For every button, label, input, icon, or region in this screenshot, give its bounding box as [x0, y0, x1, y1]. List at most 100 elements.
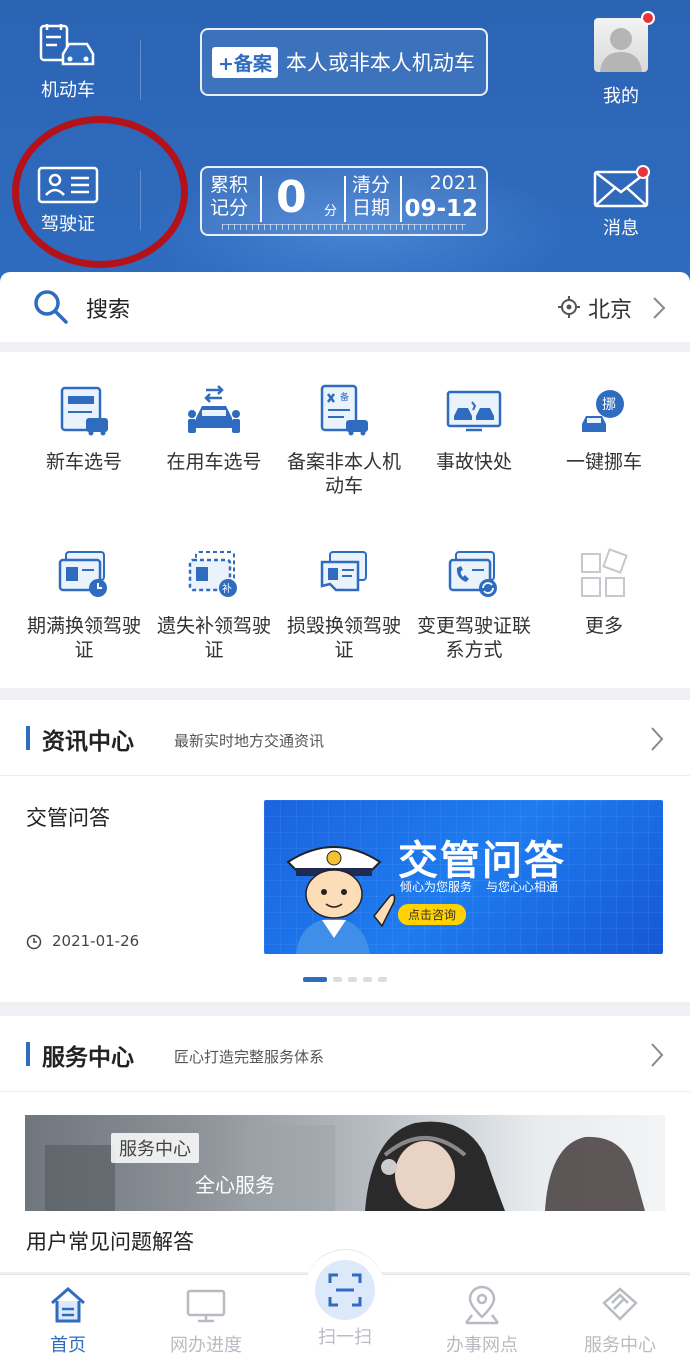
services-grid: 新车选号 在用车选号 备 备案非本人机动车 事故快处 挪 一键挪车 期满换领驾驶…	[0, 352, 690, 688]
more-icon	[581, 548, 628, 597]
chevron-right-icon	[651, 1043, 664, 1067]
vehicle-icon	[39, 24, 95, 66]
carousel-dot[interactable]	[333, 977, 342, 982]
accident-icon	[446, 390, 502, 432]
clear-year: 2021	[429, 172, 478, 194]
message-button[interactable]: 消息	[566, 170, 676, 240]
chevron-right-icon	[653, 297, 666, 319]
location-pin-icon	[465, 1285, 499, 1325]
new-car-plate-icon	[60, 386, 108, 436]
news-section: 资讯中心 最新实时地方交通资讯 交管问答 2021-01-26 交管问答 倾心为…	[0, 700, 690, 1002]
register-tag: +备案	[212, 46, 278, 78]
scan-button-wrap	[305, 1249, 385, 1329]
tab-label: 扫一扫	[318, 1327, 372, 1348]
service-renew-license[interactable]: 期满换领驾驶证	[19, 548, 149, 662]
service-move-car[interactable]: 挪 一键挪车	[539, 384, 669, 474]
svg-text:补: 补	[222, 582, 232, 595]
search-icon	[34, 290, 68, 324]
carousel-dots	[303, 977, 387, 982]
news-banner[interactable]: 交管问答 倾心为您服务 与您心心相通 点击咨询	[264, 800, 663, 954]
service-center-section: 服务中心 匠心打造完整服务体系 服务中心 全心服务 用户常见问题解答	[0, 1016, 690, 1272]
search-label: 搜索	[86, 298, 131, 323]
move-car-icon: 挪	[582, 390, 624, 432]
divider	[400, 176, 402, 222]
service-center-title: 服务中心	[42, 1045, 134, 1071]
service-center-header[interactable]: 服务中心 匠心打造完整服务体系	[0, 1016, 690, 1092]
faq-link[interactable]: 用户常见问题解答	[26, 1226, 194, 1256]
monitor-icon	[186, 1289, 226, 1323]
service-label: 更多	[584, 615, 623, 637]
section-accent-bar	[26, 1042, 30, 1066]
bottom-tab-bar: 首页 网办进度 扫一扫 办事网点 服务中心	[0, 1249, 690, 1368]
handshake-icon	[602, 1287, 638, 1321]
scan-icon	[328, 1273, 362, 1307]
avatar[interactable]	[594, 18, 648, 72]
register-plate-banner[interactable]: +备案 本人或非本人机动车	[200, 28, 488, 96]
photo-tag: 服务中心	[111, 1133, 199, 1163]
city-selector[interactable]: 北京	[588, 292, 632, 324]
service-label: 备案非本人机动车	[286, 451, 401, 497]
chevron-right-icon	[651, 727, 664, 751]
register-car-icon: 备	[320, 384, 368, 436]
annotation-circle	[12, 116, 188, 268]
service-label: 一键挪车	[565, 451, 642, 473]
vehicle-button[interactable]: 机动车	[13, 24, 123, 102]
service-label: 遗失补领驾驶证	[156, 615, 271, 661]
vehicle-label: 机动车	[41, 80, 95, 101]
service-label: 变更驾驶证联系方式	[416, 615, 531, 661]
notification-dot	[641, 11, 655, 25]
news-header[interactable]: 资讯中心 最新实时地方交通资讯	[0, 700, 690, 776]
divider	[260, 176, 262, 222]
tab-scan[interactable]: 扫一扫	[290, 1323, 400, 1349]
carousel-dot[interactable]	[303, 977, 327, 982]
tab-home[interactable]: 首页	[13, 1285, 123, 1357]
news-item-title[interactable]: 交管问答	[26, 802, 110, 832]
divider	[344, 176, 346, 222]
score-label: 累积记分	[210, 174, 249, 219]
mine-label: 我的	[603, 86, 639, 107]
news-title: 资讯中心	[42, 729, 134, 755]
scan-button[interactable]	[315, 1260, 375, 1320]
tab-progress[interactable]: 网办进度	[151, 1285, 261, 1357]
service-change-contact[interactable]: 变更驾驶证联系方式	[409, 548, 539, 662]
service-center-photo[interactable]: 服务中心 全心服务	[25, 1115, 665, 1211]
ruler-decoration	[222, 224, 466, 230]
tab-offices[interactable]: 办事网点	[427, 1285, 537, 1357]
tab-label: 服务中心	[584, 1335, 656, 1356]
carousel-dot[interactable]	[348, 977, 357, 982]
service-more[interactable]: 更多	[539, 548, 669, 638]
news-item-date: 2021-01-26	[52, 932, 140, 950]
banner-consult-button[interactable]: 点击咨询	[398, 904, 467, 925]
service-replace-license[interactable]: 损毁换领驾驶证	[279, 548, 409, 662]
replace-license-icon	[320, 551, 367, 592]
service-reissue-license[interactable]: 补 遗失补领驾驶证	[149, 548, 279, 662]
service-accident[interactable]: 事故快处	[409, 384, 539, 474]
service-label: 损毁换领驾驶证	[286, 615, 401, 661]
tab-label: 网办进度	[170, 1335, 242, 1356]
mine-label-wrap[interactable]: 我的	[566, 82, 676, 108]
svg-text:挪: 挪	[602, 397, 616, 413]
tab-label: 首页	[50, 1335, 86, 1356]
service-register-car[interactable]: 备 备案非本人机动车	[279, 384, 409, 498]
service-label: 新车选号	[45, 451, 122, 473]
renew-license-icon	[58, 551, 107, 597]
score-panel[interactable]: 累积记分 0 分 清分日期 2021 09-12	[200, 166, 488, 236]
news-subtitle: 最新实时地方交通资讯	[174, 732, 325, 750]
clear-date-label: 清分日期	[352, 174, 391, 219]
service-label: 在用车选号	[166, 451, 262, 473]
service-new-car-plate[interactable]: 新车选号	[19, 384, 149, 474]
carousel-dot[interactable]	[363, 977, 372, 982]
search-bar[interactable]: 搜索 北京	[0, 272, 690, 342]
header: 机动车 驾驶证 +备案 本人或非本人机动车 累积记分 0 分 清分日期 2021…	[0, 0, 690, 300]
tab-label: 办事网点	[446, 1335, 518, 1356]
user-silhouette-icon	[600, 28, 642, 72]
call-center-photo	[45, 1121, 645, 1211]
service-label: 事故快处	[435, 451, 512, 473]
score-unit: 分	[324, 204, 338, 219]
police-officer-illustration	[286, 846, 396, 954]
service-used-car-plate[interactable]: 在用车选号	[149, 384, 279, 474]
carousel-dot[interactable]	[378, 977, 387, 982]
score-value: 0	[276, 172, 307, 223]
register-text: 本人或非本人机动车	[285, 51, 475, 75]
tab-service-center[interactable]: 服务中心	[565, 1285, 675, 1357]
